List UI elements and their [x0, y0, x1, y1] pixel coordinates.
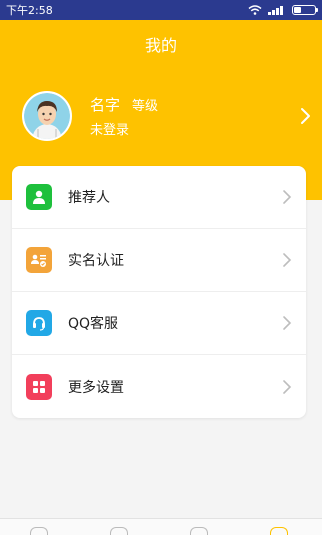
- profile-text: 名字 等级 未登录: [90, 94, 298, 138]
- menu-label: 推荐人: [68, 190, 110, 206]
- chevron-right-icon: [283, 190, 292, 204]
- user-level: 等级: [132, 99, 159, 114]
- menu-item-qq-service[interactable]: QQ客服: [12, 292, 306, 355]
- profile-card[interactable]: 名字 等级 未登录: [22, 90, 312, 142]
- chevron-right-icon[interactable]: [298, 107, 312, 125]
- headset-icon: [26, 310, 52, 336]
- person-icon: [26, 184, 52, 210]
- chevron-right-icon: [283, 253, 292, 267]
- menu-item-more-settings[interactable]: 更多设置: [12, 355, 306, 418]
- page-title: 我的: [144, 36, 177, 55]
- menu-list: 推荐人 实名认证 QQ客服 更多设置: [12, 166, 306, 418]
- menu-label: QQ客服: [68, 316, 119, 332]
- user-name: 名字: [90, 96, 121, 114]
- signal-icon: [268, 6, 283, 15]
- id-card-icon: [26, 247, 52, 273]
- tab-profile-icon[interactable]: [270, 527, 288, 535]
- grid-icon: [26, 373, 52, 400]
- bottom-tab-bar: [0, 518, 322, 535]
- tab-discover-icon[interactable]: [190, 527, 208, 535]
- tab-home-icon[interactable]: [30, 527, 48, 535]
- battery-icon: [292, 5, 318, 15]
- status-bar: 下午2:58: [0, 0, 322, 20]
- tab-orders-icon[interactable]: [110, 527, 128, 535]
- menu-item-referrer[interactable]: 推荐人: [12, 166, 306, 229]
- wifi-icon: [248, 5, 262, 15]
- chevron-right-icon: [283, 316, 292, 330]
- login-status: 未登录: [90, 123, 130, 138]
- avatar[interactable]: [22, 91, 72, 141]
- menu-label: 实名认证: [68, 253, 124, 269]
- status-time: 下午2:58: [6, 4, 53, 17]
- status-icons: [248, 5, 318, 15]
- chevron-right-icon: [283, 379, 292, 394]
- menu-label: 更多设置: [68, 379, 124, 396]
- menu-item-verification[interactable]: 实名认证: [12, 229, 306, 292]
- avatar-icon: [24, 93, 70, 139]
